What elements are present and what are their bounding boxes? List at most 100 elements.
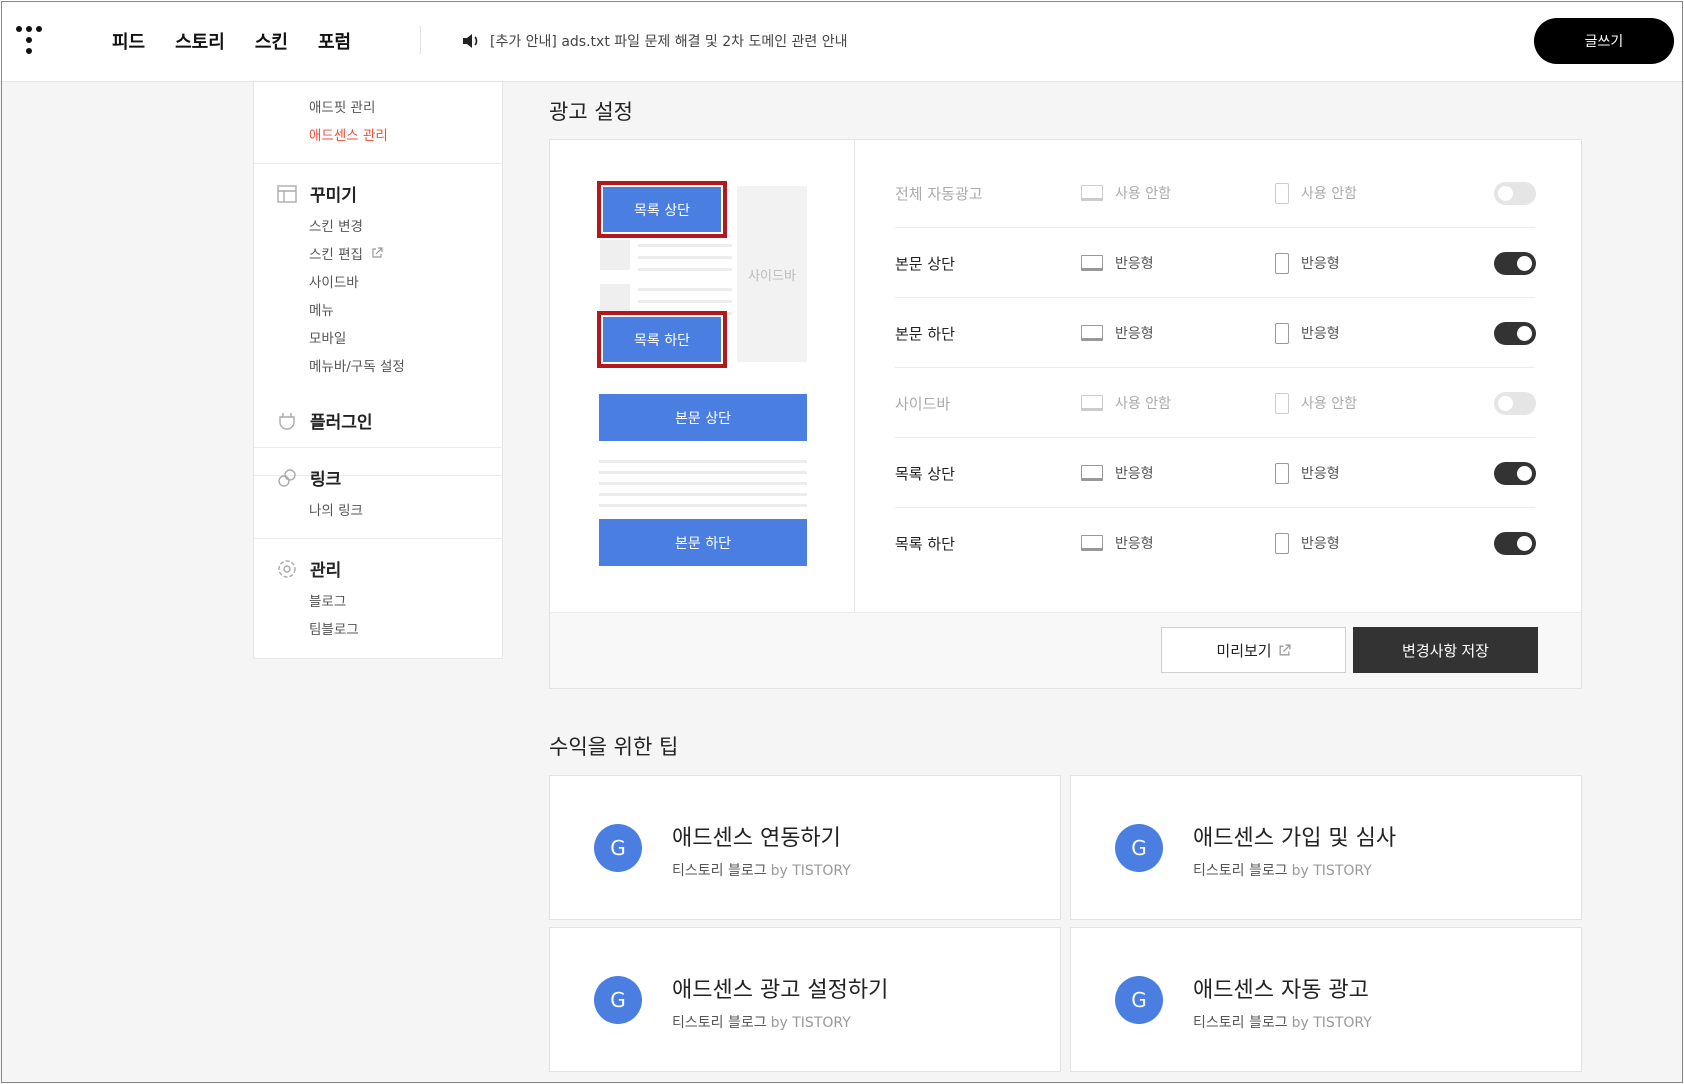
ad-row-mobile-option[interactable]: 반응형	[1275, 438, 1340, 508]
nav-forum[interactable]: 포럼	[318, 28, 351, 54]
preview-button[interactable]: 미리보기	[1161, 627, 1346, 673]
write-button[interactable]: 글쓰기	[1534, 18, 1674, 64]
ad-row-pc-option[interactable]: 반응형	[1081, 508, 1154, 578]
tip-card-by: by TISTORY	[770, 863, 851, 879]
sidebar-head-link[interactable]: 링크	[276, 465, 341, 490]
sidebar-item-sidebar[interactable]: 사이드바	[309, 271, 359, 291]
sidebar-head-decorate[interactable]: 꾸미기	[276, 181, 357, 206]
ad-row-label: 전체 자동광고	[895, 184, 983, 203]
external-link-icon	[1279, 643, 1291, 655]
ad-row-toggle[interactable]	[1494, 392, 1536, 415]
sidebar-section-manage: 관리 블로그 팀블로그	[254, 539, 502, 659]
tip-card[interactable]: G 애드센스 가입 및 심사 티스토리 블로그 by TISTORY	[1070, 775, 1582, 920]
sidebar-item-skin-edit[interactable]: 스킨 편집	[309, 243, 383, 263]
ad-row-pc-value: 반응형	[1115, 256, 1154, 272]
sidebar-item-skin-change[interactable]: 스킨 변경	[309, 215, 363, 235]
ad-row-pc-option[interactable]: 반응형	[1081, 228, 1154, 298]
tip-card-title: 애드센스 가입 및 심사	[1193, 826, 1397, 851]
sidebar-head-manage[interactable]: 관리	[276, 556, 341, 581]
tip-card[interactable]: G 애드센스 자동 광고 티스토리 블로그 by TISTORY	[1070, 927, 1582, 1072]
sidebar-item-menu[interactable]: 메뉴	[309, 299, 334, 319]
tip-card-title: 애드센스 광고 설정하기	[672, 978, 889, 1003]
google-icon: G	[594, 824, 642, 872]
desktop-icon	[1081, 185, 1103, 201]
sidebar-head-plugin-label: 플러그인	[310, 413, 373, 433]
ad-row-toggle[interactable]	[1494, 252, 1536, 275]
mobile-icon	[1275, 462, 1289, 484]
sidebar-item-mobile[interactable]: 모바일	[309, 327, 346, 347]
ad-row-toggle[interactable]	[1494, 462, 1536, 485]
tistory-logo[interactable]	[16, 26, 46, 56]
ad-row-mobile-value: 사용 안함	[1301, 396, 1357, 412]
sidebar-item-adfit[interactable]: 애드핏 관리	[309, 96, 375, 116]
sidebar-section-plugin: 플러그인	[254, 394, 502, 448]
sidebar-item-adsense[interactable]: 애드센스 관리	[309, 124, 388, 144]
preview-body-bottom: 본문 하단	[599, 519, 807, 566]
preview-line	[599, 471, 807, 474]
notice-bar[interactable]: [추가 안내] ads.txt 파일 문제 해결 및 2차 도메인 관련 안내	[462, 0, 848, 82]
ad-row-pc-option[interactable]: 사용 안함	[1081, 158, 1171, 228]
tip-card-source: 티스토리 블로그 by TISTORY	[1193, 860, 1372, 880]
mobile-icon	[1275, 252, 1289, 274]
nav-divider	[420, 26, 421, 54]
mobile-icon	[1275, 182, 1289, 204]
preview-line	[638, 300, 732, 303]
external-link-icon	[372, 247, 383, 258]
preview-sidebar-slot: 사이드바	[737, 186, 807, 362]
tips-title: 수익을 위한 팁	[549, 735, 679, 759]
preview-thumb	[600, 284, 630, 314]
sidebar-item-blog[interactable]: 블로그	[309, 590, 346, 610]
tip-card-title: 애드센스 자동 광고	[1193, 978, 1369, 1003]
tip-card[interactable]: G 애드센스 연동하기 티스토리 블로그 by TISTORY	[549, 775, 1061, 920]
save-changes-button[interactable]: 변경사항 저장	[1353, 627, 1538, 673]
preview-body-top: 본문 상단	[599, 394, 807, 441]
ad-row-label: 목록 상단	[895, 464, 955, 483]
preview-line	[599, 482, 807, 485]
sidebar-head-manage-label: 관리	[310, 561, 342, 581]
tip-card-blog: 티스토리 블로그	[1193, 1015, 1288, 1031]
notice-text[interactable]: [추가 안내] ads.txt 파일 문제 해결 및 2차 도메인 관련 안내	[490, 31, 848, 51]
sidebar-item-team-blog[interactable]: 팀블로그	[309, 618, 359, 638]
ad-row-mobile-option[interactable]: 반응형	[1275, 298, 1340, 368]
tip-card-blog: 티스토리 블로그	[1193, 863, 1288, 879]
ad-row-pc-option[interactable]: 반응형	[1081, 438, 1154, 508]
google-icon: G	[594, 976, 642, 1024]
tip-card[interactable]: G 애드센스 광고 설정하기 티스토리 블로그 by TISTORY	[549, 927, 1061, 1072]
sidebar-head-plugin[interactable]: 플러그인	[276, 408, 373, 433]
ad-row-mobile-option[interactable]: 사용 안함	[1275, 368, 1357, 438]
sidebar-section-link: 링크 나의 링크	[254, 448, 502, 539]
ad-row-mobile-value: 반응형	[1301, 256, 1340, 272]
nav-feed[interactable]: 피드	[112, 28, 145, 54]
ad-row-mobile-option[interactable]: 반응형	[1275, 508, 1340, 578]
speaker-icon	[463, 34, 478, 48]
ad-row-toggle[interactable]	[1494, 532, 1536, 555]
sidebar-item-menubar[interactable]: 메뉴바/구독 설정	[309, 355, 405, 375]
ad-row-pc-option[interactable]: 사용 안함	[1081, 368, 1171, 438]
mobile-icon	[1275, 532, 1289, 554]
ad-row-toggle[interactable]	[1494, 182, 1536, 205]
gear-icon	[276, 558, 298, 580]
google-icon: G	[1115, 824, 1163, 872]
ad-row-mobile-option[interactable]: 사용 안함	[1275, 158, 1357, 228]
ad-settings-panel: 사이드바 목록 상단 목록 하단 본문 상단 본문 하단 전체 자동광고 사용 …	[549, 139, 1582, 689]
ad-row-toggle[interactable]	[1494, 322, 1536, 345]
tip-card-blog: 티스토리 블로그	[672, 1015, 767, 1031]
ad-row-pc-option[interactable]: 반응형	[1081, 298, 1154, 368]
nav-story[interactable]: 스토리	[175, 28, 225, 54]
tip-card-by: by TISTORY	[1291, 1015, 1372, 1031]
ad-row-mobile-option[interactable]: 반응형	[1275, 228, 1340, 298]
layout-icon	[276, 183, 298, 205]
ad-row-mobile-value: 반응형	[1301, 536, 1340, 552]
ad-row-body-bottom: 본문 하단 반응형 반응형	[895, 298, 1536, 368]
sidebar-head-link-label: 링크	[310, 470, 342, 490]
tip-card-blog: 티스토리 블로그	[672, 863, 767, 879]
preview-list-top: 목록 상단	[603, 187, 721, 232]
ad-row-pc-value: 반응형	[1115, 536, 1154, 552]
preview-thumb	[600, 240, 630, 270]
ad-row-auto: 전체 자동광고 사용 안함 사용 안함	[895, 158, 1536, 228]
tip-card-source: 티스토리 블로그 by TISTORY	[1193, 1012, 1372, 1032]
nav-skin[interactable]: 스킨	[255, 28, 288, 54]
mobile-icon	[1275, 392, 1289, 414]
ad-row-pc-value: 사용 안함	[1115, 396, 1171, 412]
sidebar-item-my-link[interactable]: 나의 링크	[309, 499, 363, 519]
